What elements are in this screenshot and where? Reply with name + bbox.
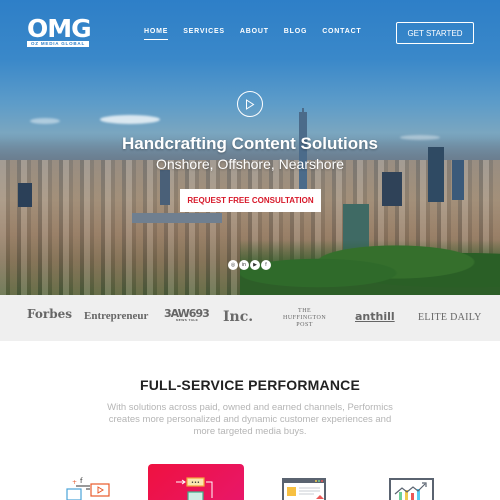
logo[interactable]: OMG OZ MEDIA GLOBAL — [27, 14, 92, 48]
press-logo-3aw: 3AW693 NEWS TALK — [164, 307, 210, 322]
huff-line: POST — [296, 322, 313, 328]
nav-blog[interactable]: BLOG — [284, 28, 307, 39]
cloud — [100, 115, 160, 124]
press-logo-forbes: Forbes — [27, 307, 72, 321]
section-description: With solutions across paid, owned and ea… — [107, 402, 393, 437]
logo-subtitle: OZ MEDIA GLOBAL — [27, 41, 89, 47]
nav-about[interactable]: ABOUT — [240, 28, 269, 39]
instagram-icon[interactable]: ◎ — [228, 260, 238, 270]
press-logo-entrepreneur: Entrepreneur — [84, 310, 149, 322]
svg-text:•••: ••• — [191, 480, 200, 486]
process-flow-icon: ••• — [176, 477, 213, 500]
nav-home[interactable]: HOME — [144, 28, 169, 40]
cloud — [30, 118, 60, 124]
station-roof — [132, 213, 222, 223]
press-logo-huffington-post: THE HUFFINGTON POST — [283, 308, 326, 329]
logo-text: OMG — [27, 14, 92, 43]
section-title: FULL-SERVICE PERFORMANCE — [140, 377, 360, 393]
huff-line: HUFFINGTON — [283, 315, 327, 321]
request-consultation-button[interactable]: REQUEST FREE CONSULTATION — [180, 189, 321, 212]
svg-text:+: + — [72, 479, 77, 486]
social-links: ◎ in ▶ f — [228, 260, 271, 270]
get-started-button[interactable]: GET STARTED — [396, 22, 474, 44]
content-workflow-icon: + f — [66, 477, 110, 500]
service-card-process-active[interactable]: ••• — [148, 464, 244, 500]
web-page-icon — [282, 478, 326, 500]
main-nav: HOME SERVICES ABOUT BLOG CONTACT — [144, 28, 377, 40]
press-logo-elite-daily: ELITE DAILY — [418, 312, 482, 323]
svg-text:f: f — [80, 477, 83, 485]
trees — [240, 240, 500, 295]
hero-section: OMG OZ MEDIA GLOBAL HOME SERVICES ABOUT … — [0, 0, 500, 295]
service-card-content[interactable]: + f — [64, 476, 114, 500]
service-card-analytics[interactable] — [389, 478, 435, 500]
nav-services[interactable]: SERVICES — [183, 28, 225, 39]
skyscraper — [18, 183, 32, 207]
play-video-button[interactable] — [237, 91, 263, 117]
play-icon — [246, 98, 255, 110]
facebook-icon[interactable]: f — [261, 260, 271, 270]
press-logo-anthill: anthill — [355, 310, 395, 323]
youtube-icon[interactable]: ▶ — [250, 260, 260, 270]
skyscraper-spire — [302, 108, 304, 114]
nav-contact[interactable]: CONTACT — [322, 28, 361, 39]
analytics-chart-icon — [389, 478, 434, 500]
press-logos-bar: Forbes Entrepreneur 3AW693 NEWS TALK Inc… — [0, 295, 500, 341]
press-logo-inc: Inc. — [223, 309, 254, 325]
hero-title: Handcrafting Content Solutions — [122, 134, 378, 153]
huff-line: THE — [298, 308, 312, 314]
skyscraper — [382, 172, 402, 206]
service-card-web[interactable] — [282, 478, 328, 500]
skyscraper — [160, 170, 170, 205]
linkedin-icon[interactable]: in — [239, 260, 249, 270]
hero-subtitle: Onshore, Offshore, Nearshore — [155, 156, 345, 172]
